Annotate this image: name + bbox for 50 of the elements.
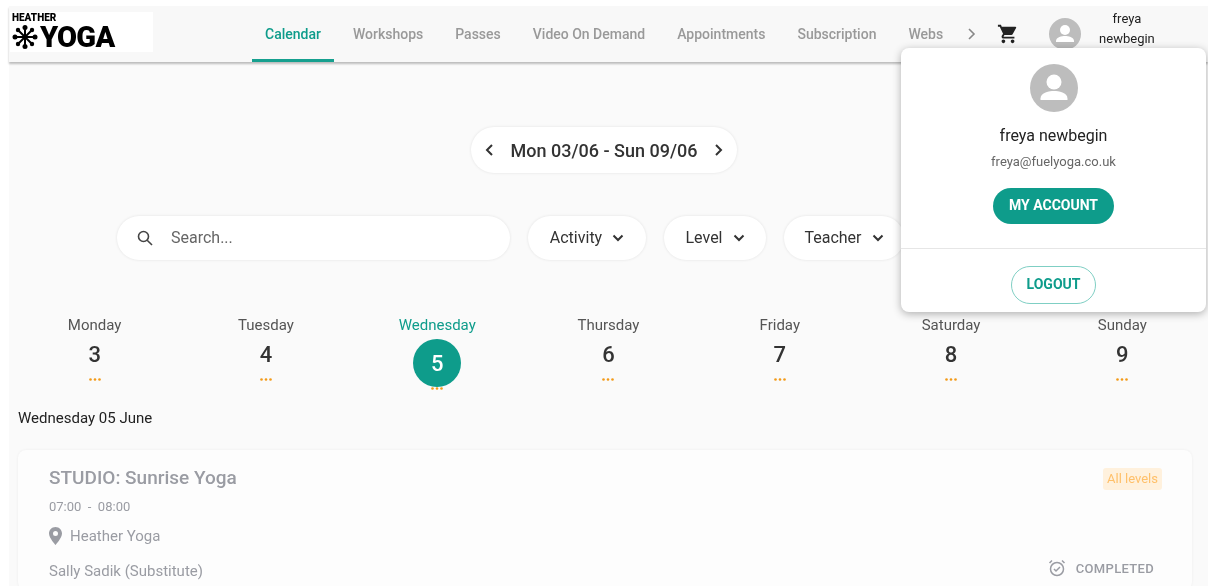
date-heading: Wednesday 05 June: [18, 408, 154, 429]
location-text: Heather Yoga: [70, 526, 161, 547]
search-field[interactable]: Search...: [117, 216, 510, 260]
day-number[interactable]: 9: [1098, 339, 1147, 369]
day-number[interactable]: 6: [584, 339, 633, 369]
dots-icon: [431, 387, 444, 390]
chevron-down-icon: [871, 234, 884, 242]
chevron-left-icon[interactable]: [484, 143, 495, 157]
teacher-name: Sally Sadik (Substitute): [49, 560, 203, 582]
level-tag: All levels: [1103, 467, 1162, 490]
filter-dropdown[interactable]: Teacher: [784, 216, 904, 260]
user-name[interactable]: newbegin: [1099, 29, 1155, 49]
logo[interactable]: HEATHER YOGA: [10, 12, 153, 52]
weekday-label: Thursday: [577, 315, 640, 335]
chevron-down-icon: [612, 234, 625, 242]
alarm-clock-icon: [1047, 559, 1066, 578]
user-name[interactable]: freya: [1112, 9, 1142, 29]
user-name: freya newbegin: [999, 125, 1108, 147]
week-range: Mon 03/06 - Sun 09/06: [510, 138, 698, 163]
weekday-label: Friday: [759, 315, 800, 335]
class-title: STUDIO: Sunrise Yoga: [49, 465, 237, 490]
dots-icon: [88, 378, 101, 381]
filter-dropdown[interactable]: Activity: [528, 216, 646, 260]
day-number[interactable]: 8: [927, 339, 976, 369]
avatar-icon: [1029, 64, 1078, 112]
weekday-label: Sunday: [1097, 315, 1147, 335]
logo-text: HEATHER: [12, 12, 58, 23]
dots-icon: [945, 378, 958, 381]
search-input[interactable]: Search...: [171, 226, 490, 250]
logo-text: YOGA: [40, 23, 115, 51]
dots-icon: [602, 378, 615, 381]
flower-icon: [12, 25, 38, 49]
location-pin-icon: [49, 527, 62, 546]
dots-icon: [259, 378, 272, 381]
dots-icon: [1116, 378, 1129, 381]
weekday-label: Tuesday: [238, 315, 294, 335]
dots-icon: [773, 378, 786, 381]
day-number[interactable]: 3: [70, 339, 119, 369]
chevron-down-icon: [732, 234, 745, 242]
day-number[interactable]: 4: [241, 339, 290, 369]
day-number[interactable]: 7: [755, 339, 804, 369]
status-text: COMPLETED: [1075, 559, 1154, 578]
weekday-label: Saturday: [921, 315, 981, 335]
filter-dropdown[interactable]: Level: [664, 216, 766, 260]
weekday-label: Wednesday: [398, 315, 476, 335]
class-time: 07:00 - 08:00: [49, 497, 131, 516]
user-email: freya@fuelyoga.co.uk: [991, 153, 1116, 171]
search-icon: [137, 230, 153, 246]
chevron-right-icon[interactable]: [713, 143, 724, 157]
weekday-label: Monday: [67, 315, 122, 335]
